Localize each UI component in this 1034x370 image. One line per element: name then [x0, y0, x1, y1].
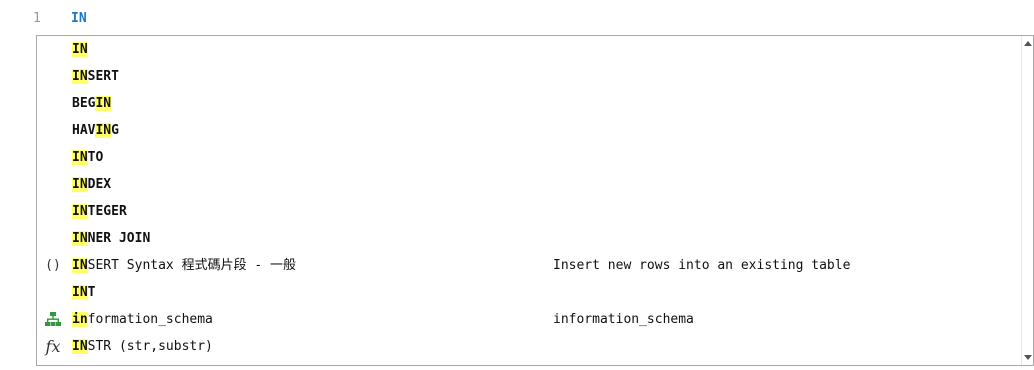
item-label: IN	[72, 42, 88, 57]
autocomplete-item-insert-syntax[interactable]: () INSERT Syntax 程式碼片段 - 一般 Insert new r…	[37, 252, 1023, 279]
autocomplete-item-instr[interactable]: fx INSTR (str,substr)	[37, 333, 1023, 360]
autocomplete-item-insert[interactable]: INSERT	[37, 63, 1023, 90]
item-label: information_schema	[72, 312, 213, 327]
autocomplete-item-int[interactable]: INT	[37, 279, 1023, 306]
item-label: INT	[72, 285, 96, 300]
autocomplete-item-into[interactable]: INTO	[37, 144, 1023, 171]
autocomplete-item-integer[interactable]: INTEGER	[37, 198, 1023, 225]
item-label: INSERT	[72, 69, 119, 84]
parentheses-icon: ()	[45, 258, 61, 273]
autocomplete-item-in[interactable]: IN	[37, 36, 1023, 63]
function-icon: fx	[45, 337, 61, 356]
editor-code-text[interactable]: IN	[71, 8, 87, 30]
item-description: information_schema	[553, 312, 694, 327]
popup-scrollbar[interactable]	[1021, 36, 1033, 365]
autocomplete-item-begin[interactable]: BEGIN	[37, 90, 1023, 117]
item-label: HAVING	[72, 123, 119, 138]
schema-icon	[39, 306, 67, 333]
item-label: INSERT Syntax 程式碼片段 - 一般	[72, 258, 297, 273]
editor-line-1[interactable]: 1 IN	[0, 8, 1034, 30]
autocomplete-item-inner-join[interactable]: INNER JOIN	[37, 225, 1023, 252]
item-label: INTEGER	[72, 204, 127, 219]
autocomplete-item-having[interactable]: HAVING	[37, 117, 1023, 144]
item-description: Insert new rows into an existing table	[553, 258, 851, 273]
item-label: INSTR (str,substr)	[72, 339, 213, 354]
autocomplete-item-information-schema[interactable]: information_schema information_schema	[37, 306, 1023, 333]
scroll-up-arrow-icon[interactable]	[1024, 41, 1032, 46]
scroll-down-arrow-icon[interactable]	[1024, 355, 1032, 360]
autocomplete-item-index[interactable]: INDEX	[37, 171, 1023, 198]
item-label: INNER JOIN	[72, 231, 151, 246]
autocomplete-popup[interactable]: IN INSERT BEGIN HAVING INTO INDEX INTEGE…	[36, 35, 1034, 366]
line-number: 1	[33, 11, 41, 26]
item-label: INDEX	[72, 177, 112, 192]
item-label: BEGIN	[72, 96, 112, 111]
item-label: INTO	[72, 150, 104, 165]
